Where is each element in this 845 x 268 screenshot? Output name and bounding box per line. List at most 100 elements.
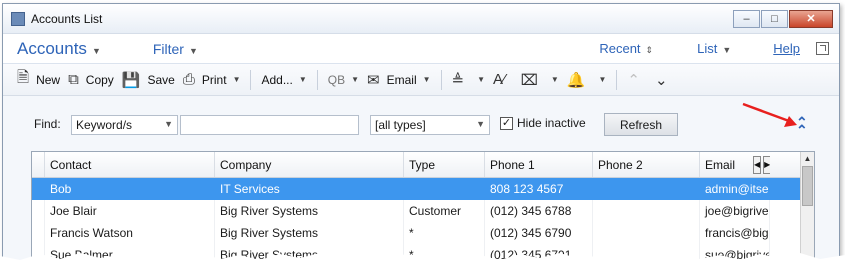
app-icon xyxy=(11,11,25,26)
chevron-down-icon: ▼ xyxy=(598,75,607,84)
cell-company: Big River Systems xyxy=(215,200,404,222)
cell-phone1: (012) 345 6788 xyxy=(485,200,593,222)
excel-icon: ⌧ xyxy=(520,71,538,89)
rss-icon: ≜ xyxy=(451,71,465,89)
sort-icon: ⇕ xyxy=(645,45,654,55)
bell-button[interactable]: 🔔 ▼ xyxy=(563,67,611,93)
row-indicator xyxy=(32,222,45,244)
excel-button[interactable]: ⌧ ▼ xyxy=(517,67,563,93)
new-button[interactable]: 🗎 New xyxy=(13,67,64,93)
new-label: New xyxy=(36,72,61,87)
qb-button[interactable]: QB ▼ xyxy=(324,67,363,93)
list-menu-label: List xyxy=(697,41,718,56)
window-title: Accounts List xyxy=(31,11,103,26)
copy-label: Copy xyxy=(85,72,114,87)
row-indicator xyxy=(32,200,45,222)
filter-menu[interactable]: Filter ▼ xyxy=(153,41,198,57)
annotation-arrow-icon xyxy=(742,102,797,127)
refresh-button[interactable]: Refresh xyxy=(604,113,678,136)
checkbox-checked-icon: ✓ xyxy=(500,116,513,130)
toolbar-separator xyxy=(440,69,442,90)
maximize-button[interactable]: □ xyxy=(761,9,788,28)
chevron-down-icon: ▼ xyxy=(550,75,559,84)
torn-edge-decoration xyxy=(0,253,845,268)
cell-contact: Francis Watson xyxy=(45,222,215,244)
chevron-down-icon: ▼ xyxy=(422,75,431,84)
cell-company: Big River Systems xyxy=(215,222,404,244)
new-icon: 🗎 xyxy=(17,69,30,86)
table-row[interactable]: Francis Watson Big River Systems * (012)… xyxy=(32,222,814,244)
column-header-company[interactable]: Company xyxy=(215,152,404,177)
type-dropdown-value: [all types] xyxy=(375,118,426,132)
minimize-button[interactable]: – xyxy=(733,9,760,28)
cell-phone1: (012) 345 6790 xyxy=(485,222,593,244)
email-icon: ✉ xyxy=(367,71,380,89)
search-input[interactable] xyxy=(180,115,359,135)
grid-header: Contact Company Type Phone 1 Phone 2 Ema… xyxy=(32,152,814,178)
chevron-down-icon: ▼ xyxy=(722,45,732,55)
column-header-phone1[interactable]: Phone 1 xyxy=(485,152,593,177)
rss-button[interactable]: ≜ ▼ xyxy=(448,67,490,93)
menu-right-group: Recent ⇕ List ▼ Help xyxy=(599,41,829,56)
cell-phone1: 808 123 4567 xyxy=(485,178,593,200)
copy-button[interactable]: ⧉ Copy xyxy=(64,67,118,93)
title-bar: Accounts List – □ ✕ xyxy=(3,4,839,34)
add-label: Add... xyxy=(261,72,293,87)
chevron-down-icon: ⌄ xyxy=(654,71,668,89)
column-header-contact[interactable]: Contact xyxy=(45,152,215,177)
chevron-down-icon: ▼ xyxy=(164,119,173,129)
cell-email: francis@bigriversy xyxy=(700,222,770,244)
print-label: Print xyxy=(201,72,227,87)
cell-type: Customer xyxy=(404,200,485,222)
menu-bar: Accounts ▼ Filter ▼ Recent ⇕ List ▼ Help xyxy=(3,34,839,64)
cell-type xyxy=(404,178,485,200)
chevron-left-icon[interactable]: ◀ xyxy=(753,155,762,174)
chevron-right-icon[interactable]: ▶ xyxy=(763,155,770,174)
find-bar: Find: Keyword/s ▼ [all types] ▼ ✓ Hide i… xyxy=(3,96,839,156)
chevron-down-icon: ▼ xyxy=(477,75,486,84)
keyword-dropdown[interactable]: Keyword/s ▼ xyxy=(71,115,178,135)
keyword-dropdown-value: Keyword/s xyxy=(76,118,133,132)
save-label: Save xyxy=(147,72,175,87)
column-header-email[interactable]: Email ◀ ▶ xyxy=(700,152,770,177)
table-row[interactable]: Joe Blair Big River Systems Customer (01… xyxy=(32,200,814,222)
spellcheck-button[interactable]: A⁄ xyxy=(489,67,517,93)
cell-type: * xyxy=(404,222,485,244)
chevron-down-icon: ▼ xyxy=(232,75,241,84)
chevron-down-icon: ▼ xyxy=(298,75,307,84)
column-header-type[interactable]: Type xyxy=(404,152,485,177)
table-row[interactable]: Bob IT Services 808 123 4567 admin@itser… xyxy=(32,178,814,200)
hide-inactive-checkbox[interactable]: ✓ Hide inactive xyxy=(500,116,586,130)
column-header-email-label: Email xyxy=(705,157,736,172)
bell-icon: 🔔 xyxy=(566,71,586,89)
save-button[interactable]: 💾 Save xyxy=(118,67,179,93)
cell-contact: Bob xyxy=(45,178,215,200)
accounts-menu[interactable]: Accounts ▼ xyxy=(17,39,101,59)
hide-inactive-label: Hide inactive xyxy=(517,116,586,130)
print-button[interactable]: ⎙ Print ▼ xyxy=(179,67,245,93)
accounts-window: Accounts List – □ ✕ Accounts ▼ Filter ▼ Re… xyxy=(2,3,840,265)
cell-email: admin@itservi.ce xyxy=(700,178,770,200)
previous-button[interactable]: ⌃ xyxy=(623,67,651,93)
help-link[interactable]: Help xyxy=(773,41,800,56)
chevron-up-icon: ⌃ xyxy=(627,71,640,89)
chevron-down-icon: ▼ xyxy=(351,75,360,84)
email-button[interactable]: ✉ Email ▼ xyxy=(363,67,435,93)
toolbar-separator xyxy=(250,69,252,90)
window-controls: – □ ✕ xyxy=(733,9,833,28)
toolbar-separator xyxy=(316,69,318,90)
scroll-up-icon[interactable]: ▲ xyxy=(801,152,814,166)
recent-menu[interactable]: Recent ⇕ xyxy=(599,41,653,56)
close-button[interactable]: ✕ xyxy=(789,9,833,28)
chevron-down-icon: ▼ xyxy=(91,45,101,56)
column-header-phone2[interactable]: Phone 2 xyxy=(593,152,700,177)
add-button[interactable]: Add... ▼ xyxy=(257,67,310,93)
scrollbar-thumb[interactable] xyxy=(802,166,813,206)
qb-label: QB xyxy=(327,72,346,87)
type-dropdown[interactable]: [all types] ▼ xyxy=(370,115,490,135)
copy-icon: ⧉ xyxy=(68,71,79,88)
popout-icon[interactable] xyxy=(816,42,829,55)
next-button[interactable]: ⌄ xyxy=(651,67,679,93)
list-menu[interactable]: List ▼ xyxy=(697,41,731,56)
find-label: Find: xyxy=(34,117,61,131)
